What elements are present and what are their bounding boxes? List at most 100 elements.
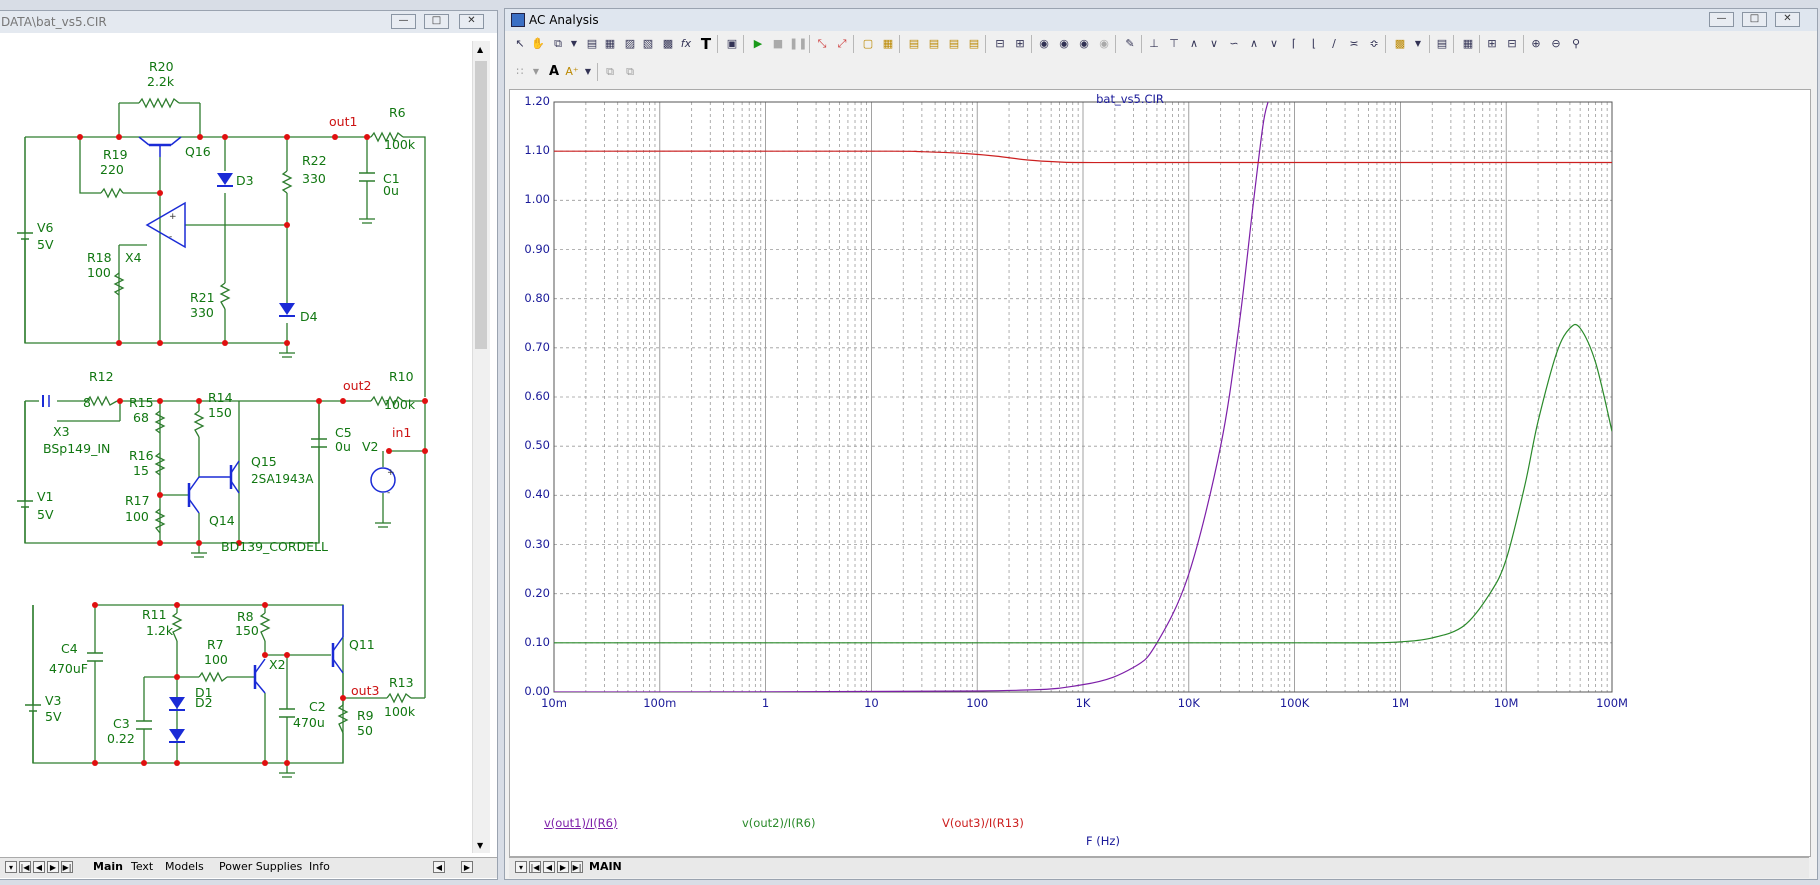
page-icon[interactable]: ▤ [1433, 35, 1451, 53]
ac-minimize-button[interactable]: — [1709, 12, 1734, 27]
cursor-off-icon[interactable]: ⤢ [833, 35, 851, 53]
scale-x-icon[interactable]: ▨ [621, 35, 639, 53]
legend-series-1[interactable]: v(out1)/I(R6) [544, 816, 617, 830]
text-tool-icon[interactable]: T [697, 35, 715, 53]
pan-tool-icon[interactable]: ✋ [529, 35, 547, 53]
ac-tab-first-icon[interactable]: |◀ [529, 861, 541, 873]
grid-icon-2[interactable]: ▤ [925, 35, 943, 53]
value-R7: 100 [204, 652, 228, 667]
ac-maximize-button[interactable]: □ [1742, 12, 1767, 27]
tokens-icon[interactable]: ▦ [879, 35, 897, 53]
label-R18: R18 [87, 250, 112, 265]
zoom-box-icon[interactable]: ▤ [583, 35, 601, 53]
ac-tab-next-icon[interactable]: ▶ [557, 861, 569, 873]
horizontal-cursor-icon[interactable]: ⊞ [1483, 35, 1501, 53]
snapshot-icon[interactable]: ▦ [1459, 35, 1477, 53]
zoom-in-icon[interactable]: ⊕ [1527, 35, 1545, 53]
tab-prev-icon[interactable]: ◀ [33, 861, 45, 873]
tab-last-icon[interactable]: ▶| [61, 861, 73, 873]
legend-series-3[interactable]: V(out3)/I(R13) [942, 816, 1024, 830]
cursor-mode-icon[interactable]: ⤡ [813, 35, 831, 53]
tab-scroll-menu-icon[interactable]: ▾ [5, 861, 17, 873]
select-tool-icon[interactable]: ↖ [511, 35, 529, 53]
scrollbar-thumb[interactable] [475, 61, 487, 349]
go-to-y-icon[interactable]: ≎ [1365, 35, 1383, 53]
grid-menu-dropdown-icon[interactable]: ▼ [527, 63, 545, 81]
zoom-fit-icon[interactable]: ◉ [1035, 35, 1053, 53]
tab-first-icon[interactable]: |◀ [19, 861, 31, 873]
toolbar-separator [1479, 35, 1480, 53]
ac-tab-prev-icon[interactable]: ◀ [543, 861, 555, 873]
grid-icon-4[interactable]: ▤ [965, 35, 983, 53]
axis-grid-icon[interactable]: ⊞ [1011, 35, 1029, 53]
toolbar-separator [743, 35, 744, 53]
ac-close-button[interactable]: ✕ [1775, 12, 1800, 27]
grid-icon-3[interactable]: ▤ [945, 35, 963, 53]
tab-main[interactable]: Main [93, 860, 123, 873]
stop-icon[interactable]: ■ [769, 35, 787, 53]
global-high-icon[interactable]: ∧ [1245, 35, 1263, 53]
toolbar-separator [1385, 35, 1386, 53]
data-points-icon[interactable]: ▢ [859, 35, 877, 53]
zoom-out-icon[interactable]: ⊖ [1547, 35, 1565, 53]
tab-next-icon[interactable]: ▶ [47, 861, 59, 873]
copy-dropdown-icon[interactable]: ▼ [565, 35, 583, 53]
tab-MAIN[interactable]: MAIN [589, 860, 622, 873]
peak-icon[interactable]: ⊥ [1145, 35, 1163, 53]
format-dropdown-icon[interactable]: ▼ [579, 63, 597, 81]
hscroll-left-icon[interactable]: ◀ [433, 861, 445, 873]
scale-xy-icon[interactable]: ▩ [659, 35, 677, 53]
hscroll-right-icon[interactable]: ▶ [461, 861, 473, 873]
valley-icon[interactable]: ⊤ [1165, 35, 1183, 53]
app-icon [511, 13, 525, 27]
tab-models[interactable]: Models [165, 860, 204, 873]
legend-series-2[interactable]: v(out2)/I(R6) [742, 816, 815, 830]
scroll-up-arrow-icon[interactable]: ▲ [477, 45, 483, 54]
scale-icon[interactable]: ▦ [601, 35, 619, 53]
label-R20: R20 [149, 59, 174, 74]
tab-power-supplies[interactable]: Power Supplies [219, 860, 302, 873]
bottom-icon[interactable]: ⌊ [1305, 35, 1323, 53]
slope-icon[interactable]: ∕ [1325, 35, 1343, 53]
maximize-button[interactable]: □ [424, 14, 449, 29]
go-to-x-icon[interactable]: ≍ [1345, 35, 1363, 53]
properties-icon[interactable]: ▣ [723, 35, 741, 53]
global-low-icon[interactable]: ∨ [1265, 35, 1283, 53]
label-X4: X4 [125, 250, 142, 265]
send-back-icon[interactable]: ⧉ [621, 63, 639, 81]
ac-tab-last-icon[interactable]: ▶| [571, 861, 583, 873]
minor-grid-icon[interactable]: ⊟ [991, 35, 1009, 53]
low-icon[interactable]: ∨ [1205, 35, 1223, 53]
tab-info[interactable]: Info [309, 860, 330, 873]
ac-analysis-plot[interactable] [510, 90, 1810, 856]
scale-y-icon[interactable]: ▧ [639, 35, 657, 53]
toolbar-separator [1141, 35, 1142, 53]
grid-icon-1[interactable]: ▤ [905, 35, 923, 53]
y-tick-label: 0.50 [524, 438, 550, 453]
zoom-fit-y-icon[interactable]: ◉ [1075, 35, 1093, 53]
tab-text[interactable]: Text [131, 860, 153, 873]
top-icon[interactable]: ⌈ [1285, 35, 1303, 53]
find-icon[interactable]: ⚲ [1567, 35, 1585, 53]
vertical-cursor-icon[interactable]: ⊟ [1503, 35, 1521, 53]
zoom-undo-icon[interactable]: ◉ [1095, 35, 1113, 53]
bring-front-icon[interactable]: ⧉ [601, 63, 619, 81]
high-icon[interactable]: ∧ [1185, 35, 1203, 53]
inflection-icon[interactable]: ∽ [1225, 35, 1243, 53]
pause-icon[interactable]: ❚❚ [789, 35, 807, 53]
minimize-button[interactable]: — [391, 14, 416, 29]
function-icon[interactable]: fx [677, 35, 695, 53]
y-tick-label: 0.60 [524, 389, 550, 403]
label-edit-icon[interactable]: ✎ [1121, 35, 1139, 53]
scroll-down-arrow-icon[interactable]: ▼ [477, 841, 483, 850]
close-button[interactable]: ✕ [459, 14, 484, 29]
paste-icon[interactable]: ▩ [1391, 35, 1409, 53]
font-icon[interactable]: A [545, 63, 563, 81]
vertical-scrollbar[interactable]: ▲ ▼ [472, 41, 490, 853]
paste-dropdown-icon[interactable]: ▼ [1409, 35, 1427, 53]
x-tick-label: 1 [761, 696, 770, 710]
run-icon[interactable]: ▶ [749, 35, 767, 53]
zoom-fit-x-icon[interactable]: ◉ [1055, 35, 1073, 53]
ac-tab-scroll-menu-icon[interactable]: ▾ [515, 861, 527, 873]
label-R15: R15 [129, 395, 154, 410]
